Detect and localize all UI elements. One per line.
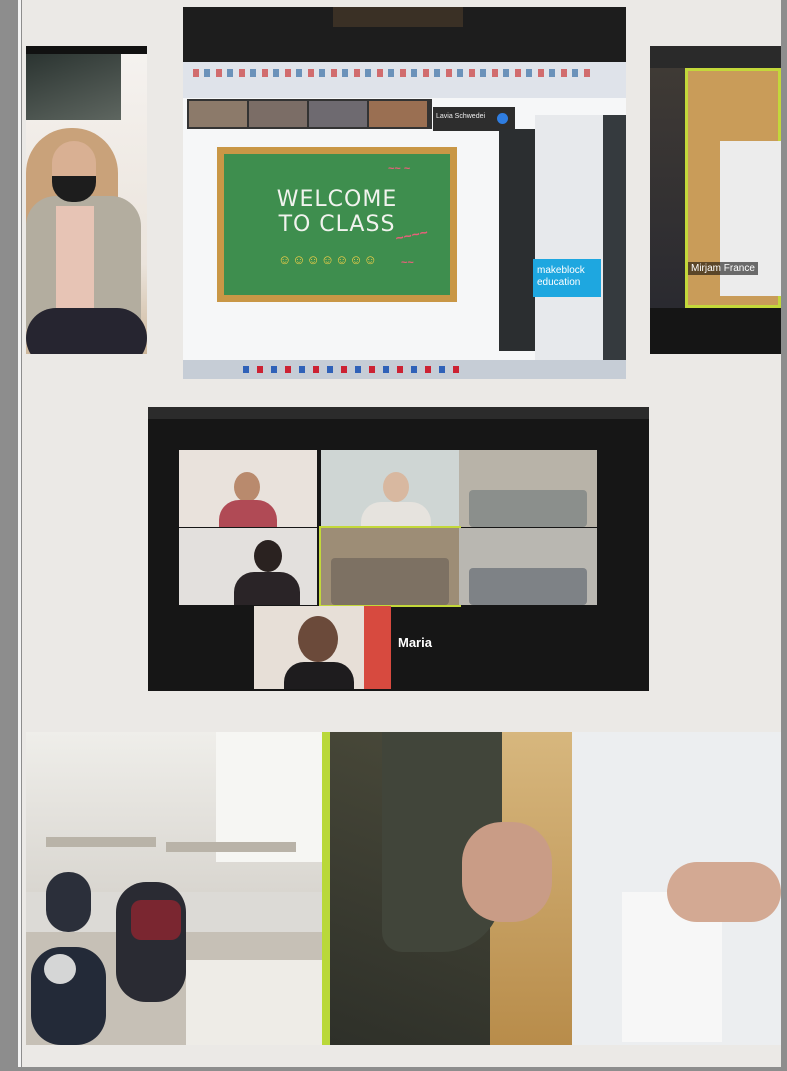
video-tile	[254, 606, 391, 689]
children-drawing-icon: ☺☺☺☺☺☺☺	[278, 252, 378, 267]
video-tile	[459, 528, 597, 605]
photo-top-bar	[26, 46, 147, 54]
featured-participant-name: Maria	[398, 635, 432, 650]
wood-shelf	[333, 7, 463, 27]
makeblock-badge: makeblock education	[533, 259, 601, 297]
participant-thumbnail	[309, 101, 367, 127]
badge-line-1: makeblock	[537, 265, 585, 276]
browser-toolbar	[183, 62, 626, 98]
participant-thumbnail	[369, 101, 427, 127]
child-figure	[650, 68, 685, 308]
photo-classroom	[26, 732, 322, 1045]
badge-line-2: education	[537, 277, 581, 288]
student	[46, 872, 91, 932]
photo-hands-right: Mirjam France	[650, 46, 781, 354]
photo-welcome-screen: Lavia Schwedei WELCOME TO CLASS ☺☺☺☺☺☺☺ …	[183, 7, 626, 379]
video-tile	[179, 528, 317, 605]
browser-tabs	[193, 69, 593, 77]
video-tile	[321, 450, 459, 527]
taskbar-icons	[243, 366, 463, 373]
photo-top-bar	[650, 46, 781, 68]
welcome-line-1: WELCOME	[276, 187, 398, 212]
photo-teacher	[26, 46, 147, 354]
pink-scribble: ~~ ~	[388, 163, 411, 175]
window-top-bar	[148, 407, 649, 419]
participant-thumbnail	[189, 101, 247, 127]
video-tile	[459, 450, 597, 527]
participant-name: Lavia Schwedei	[436, 113, 486, 120]
desk	[166, 842, 296, 852]
desk	[46, 837, 156, 847]
face-mask	[44, 954, 76, 984]
student-jacket	[131, 900, 181, 940]
video-tile	[179, 450, 317, 527]
white-desk	[186, 960, 322, 1045]
pointing-hand	[667, 862, 781, 922]
side-panel	[499, 129, 535, 351]
right-strip	[603, 115, 626, 360]
photo-bottom-bar	[650, 308, 781, 354]
teacher-shirt	[56, 206, 94, 316]
teacher-legs	[26, 308, 147, 354]
photo-paper-pointing	[322, 732, 781, 1045]
active-speaker-stripe	[322, 732, 330, 1045]
window	[26, 54, 121, 120]
video-tile-active	[319, 526, 461, 607]
photo-zoom-grid: Maria	[148, 407, 649, 691]
pink-scribble-small: ~~	[401, 257, 414, 269]
status-dot-icon	[497, 113, 508, 124]
participant-thumbnail	[249, 101, 307, 127]
participant-label: Mirjam France	[688, 262, 758, 275]
child-hand	[462, 822, 552, 922]
